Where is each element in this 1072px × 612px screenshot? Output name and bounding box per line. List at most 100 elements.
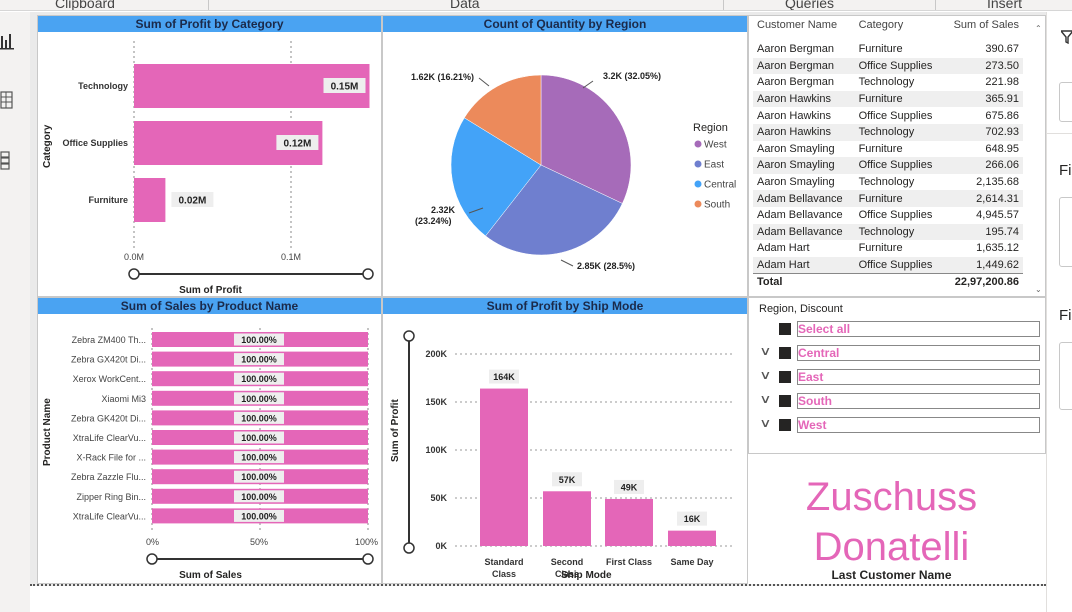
sales-cell: 390.67 bbox=[985, 43, 1019, 56]
category-cell: Office Supplies bbox=[858, 258, 933, 271]
slicer-item[interactable]: East bbox=[797, 369, 1040, 385]
slicer-item[interactable]: West bbox=[797, 417, 1040, 433]
ribbon-group-insert[interactable]: Insert bbox=[987, 0, 1022, 10]
sales-table-grid: Customer Name Category Sum of Sales Aaro… bbox=[753, 19, 1023, 290]
table-row[interactable]: Adam Bellavance Office Supplies 4,945.57 bbox=[753, 207, 1023, 224]
range-slider-handle bbox=[362, 268, 374, 280]
range-slider-handle bbox=[128, 268, 140, 280]
table-row[interactable]: Aaron Bergman Technology 221.98 bbox=[753, 74, 1023, 91]
table-row[interactable]: Adam Bellavance Technology 195.74 bbox=[753, 223, 1023, 241]
profit-by-shipmode-plot: 0K 50K 100K 150K 200K 164K Standard Class 57K Sec… bbox=[403, 330, 733, 579]
category-label: Furniture bbox=[89, 195, 129, 205]
checkbox[interactable] bbox=[779, 371, 791, 383]
checkbox[interactable] bbox=[779, 323, 791, 335]
range-slider-handle bbox=[403, 330, 415, 342]
legend-entry: South bbox=[704, 200, 730, 211]
bar bbox=[668, 530, 716, 546]
report-view-icon[interactable] bbox=[0, 32, 14, 52]
table-scrollbar[interactable]: ⌃ ⌄ bbox=[1033, 24, 1043, 294]
table-row[interactable]: Aaron Bergman Furniture 390.67 bbox=[753, 41, 1023, 58]
expand-chevron-icon[interactable]: ∨ bbox=[759, 392, 771, 406]
filter-well[interactable] bbox=[1059, 197, 1072, 267]
legend-entry: East bbox=[704, 160, 724, 171]
data-label: 0.15M bbox=[331, 82, 359, 93]
table-row[interactable]: Aaron Smayling Technology 2,135.68 bbox=[753, 174, 1023, 191]
expand-chevron-icon[interactable]: ∨ bbox=[759, 416, 771, 430]
ribbon-group-clipboard[interactable]: Clipboard bbox=[55, 0, 115, 10]
filter-section-label: Fi bbox=[1059, 307, 1072, 324]
bar bbox=[605, 498, 653, 546]
table-row[interactable]: Aaron Smayling Furniture 648.95 bbox=[753, 141, 1023, 158]
data-label: 2.85K (28.5%) bbox=[577, 261, 635, 271]
sales-by-product-chart[interactable]: Sum of Sales by Product Name Zebra ZM400… bbox=[37, 297, 382, 584]
profit-by-shipmode-chart[interactable]: Sum of Profit by Ship Mode 0K 50K 100K 150K… bbox=[382, 297, 748, 584]
customer-name-cell: Aaron Bergman bbox=[757, 76, 835, 89]
ribbon-divider bbox=[935, 0, 936, 10]
range-slider-handle bbox=[362, 553, 374, 565]
filter-icon[interactable] bbox=[1061, 30, 1072, 44]
slicer-item[interactable]: Select all bbox=[797, 321, 1040, 337]
x-axis-title: Ship Mode bbox=[561, 570, 612, 581]
data-label: 100.00% bbox=[241, 374, 277, 384]
region-discount-slicer[interactable]: Region, Discount Select all ∨ Central ∨ East… bbox=[748, 297, 1046, 454]
checkbox[interactable] bbox=[779, 419, 791, 431]
table-row[interactable]: Aaron Hawkins Technology 702.93 bbox=[753, 123, 1023, 141]
category-label: Second bbox=[551, 557, 584, 567]
table-row[interactable]: Aaron Hawkins Furniture 365.91 bbox=[753, 90, 1023, 108]
sales-cell: 648.95 bbox=[985, 142, 1019, 155]
x-tick: 100% bbox=[355, 537, 379, 547]
data-label: 49K bbox=[621, 482, 638, 492]
customer-name-cell: Aaron Smayling bbox=[757, 159, 835, 172]
scroll-up-icon[interactable]: ⌃ bbox=[1035, 24, 1042, 33]
filters-pane[interactable]: Fi Fi bbox=[1046, 12, 1072, 612]
column-header[interactable]: Customer Name bbox=[753, 19, 855, 41]
quantity-by-region-chart[interactable]: Count of Quantity by Region 3.2K (32.05%… bbox=[382, 15, 748, 297]
sales-cell: 273.50 bbox=[985, 59, 1019, 72]
sales-cell: 1,635.12 bbox=[976, 242, 1019, 255]
category-label: Zipper Ring Bin... bbox=[76, 492, 146, 502]
filter-card[interactable] bbox=[1059, 82, 1072, 122]
y-tick: 100K bbox=[425, 445, 447, 455]
data-label: 0.12M bbox=[284, 139, 312, 150]
table-row[interactable]: Aaron Hawkins Office Supplies 675.86 bbox=[753, 107, 1023, 124]
category-cell: Furniture bbox=[858, 43, 903, 56]
checkbox[interactable] bbox=[779, 347, 791, 359]
profit-by-category-plot: Technology 0.15M Office Supplies 0.12M Furni… bbox=[62, 41, 374, 280]
filter-well[interactable] bbox=[1059, 342, 1072, 410]
customer-name-cell: Aaron Hawkins bbox=[757, 93, 831, 106]
column-header[interactable]: Sum of Sales bbox=[943, 19, 1023, 41]
sales-table[interactable]: Customer Name Category Sum of Sales Aaro… bbox=[748, 15, 1046, 297]
table-row[interactable]: Aaron Smayling Office Supplies 266.06 bbox=[753, 157, 1023, 174]
data-label: 100.00% bbox=[241, 433, 277, 443]
table-row[interactable]: Adam Bellavance Furniture 2,614.31 bbox=[753, 190, 1023, 207]
slicer-title: Region, Discount bbox=[759, 303, 843, 315]
ribbon-group-queries[interactable]: Queries bbox=[785, 0, 834, 10]
bar bbox=[480, 388, 528, 546]
category-label: XtraLife ClearVu... bbox=[73, 511, 146, 521]
data-label: 100.00% bbox=[241, 453, 277, 463]
column-header[interactable]: Category bbox=[855, 19, 944, 41]
x-tick: 0.1M bbox=[281, 252, 302, 262]
range-slider-handle bbox=[403, 542, 415, 554]
customer-name-cell: Aaron Hawkins bbox=[757, 109, 831, 122]
bar bbox=[134, 178, 166, 222]
card-value-line1: Zuschuss bbox=[805, 475, 978, 519]
slicer-item[interactable]: South bbox=[797, 393, 1040, 409]
expand-chevron-icon[interactable]: ∨ bbox=[759, 368, 771, 382]
leader-line bbox=[560, 259, 574, 267]
last-customer-card[interactable]: Zuschuss Donatelli Last Customer Name bbox=[748, 454, 1046, 584]
table-row[interactable]: Aaron Bergman Office Supplies 273.50 bbox=[753, 57, 1023, 75]
quantity-by-region-plot: 3.2K (32.05%) 2.85K (28.5%) 2.32K(23.24%) 1… bbox=[411, 71, 736, 271]
table-row[interactable]: Adam Hart Office Supplies 1,449.62 bbox=[753, 256, 1023, 274]
table-row[interactable]: Adam Hart Furniture 1,635.12 bbox=[753, 240, 1023, 257]
category-cell: Furniture bbox=[858, 192, 903, 205]
table-view-icon[interactable] bbox=[0, 90, 14, 110]
model-view-icon[interactable] bbox=[0, 150, 14, 170]
profit-by-category-chart[interactable]: Sum of Profit by Category Technology 0.15… bbox=[37, 15, 382, 297]
scroll-down-icon[interactable]: ⌄ bbox=[1035, 285, 1042, 294]
ribbon-group-data[interactable]: Data bbox=[450, 0, 480, 10]
expand-chevron-icon[interactable]: ∨ bbox=[759, 344, 771, 358]
slicer-item[interactable]: Central bbox=[797, 345, 1040, 361]
data-label: 100.00% bbox=[241, 492, 277, 502]
checkbox[interactable] bbox=[779, 395, 791, 407]
